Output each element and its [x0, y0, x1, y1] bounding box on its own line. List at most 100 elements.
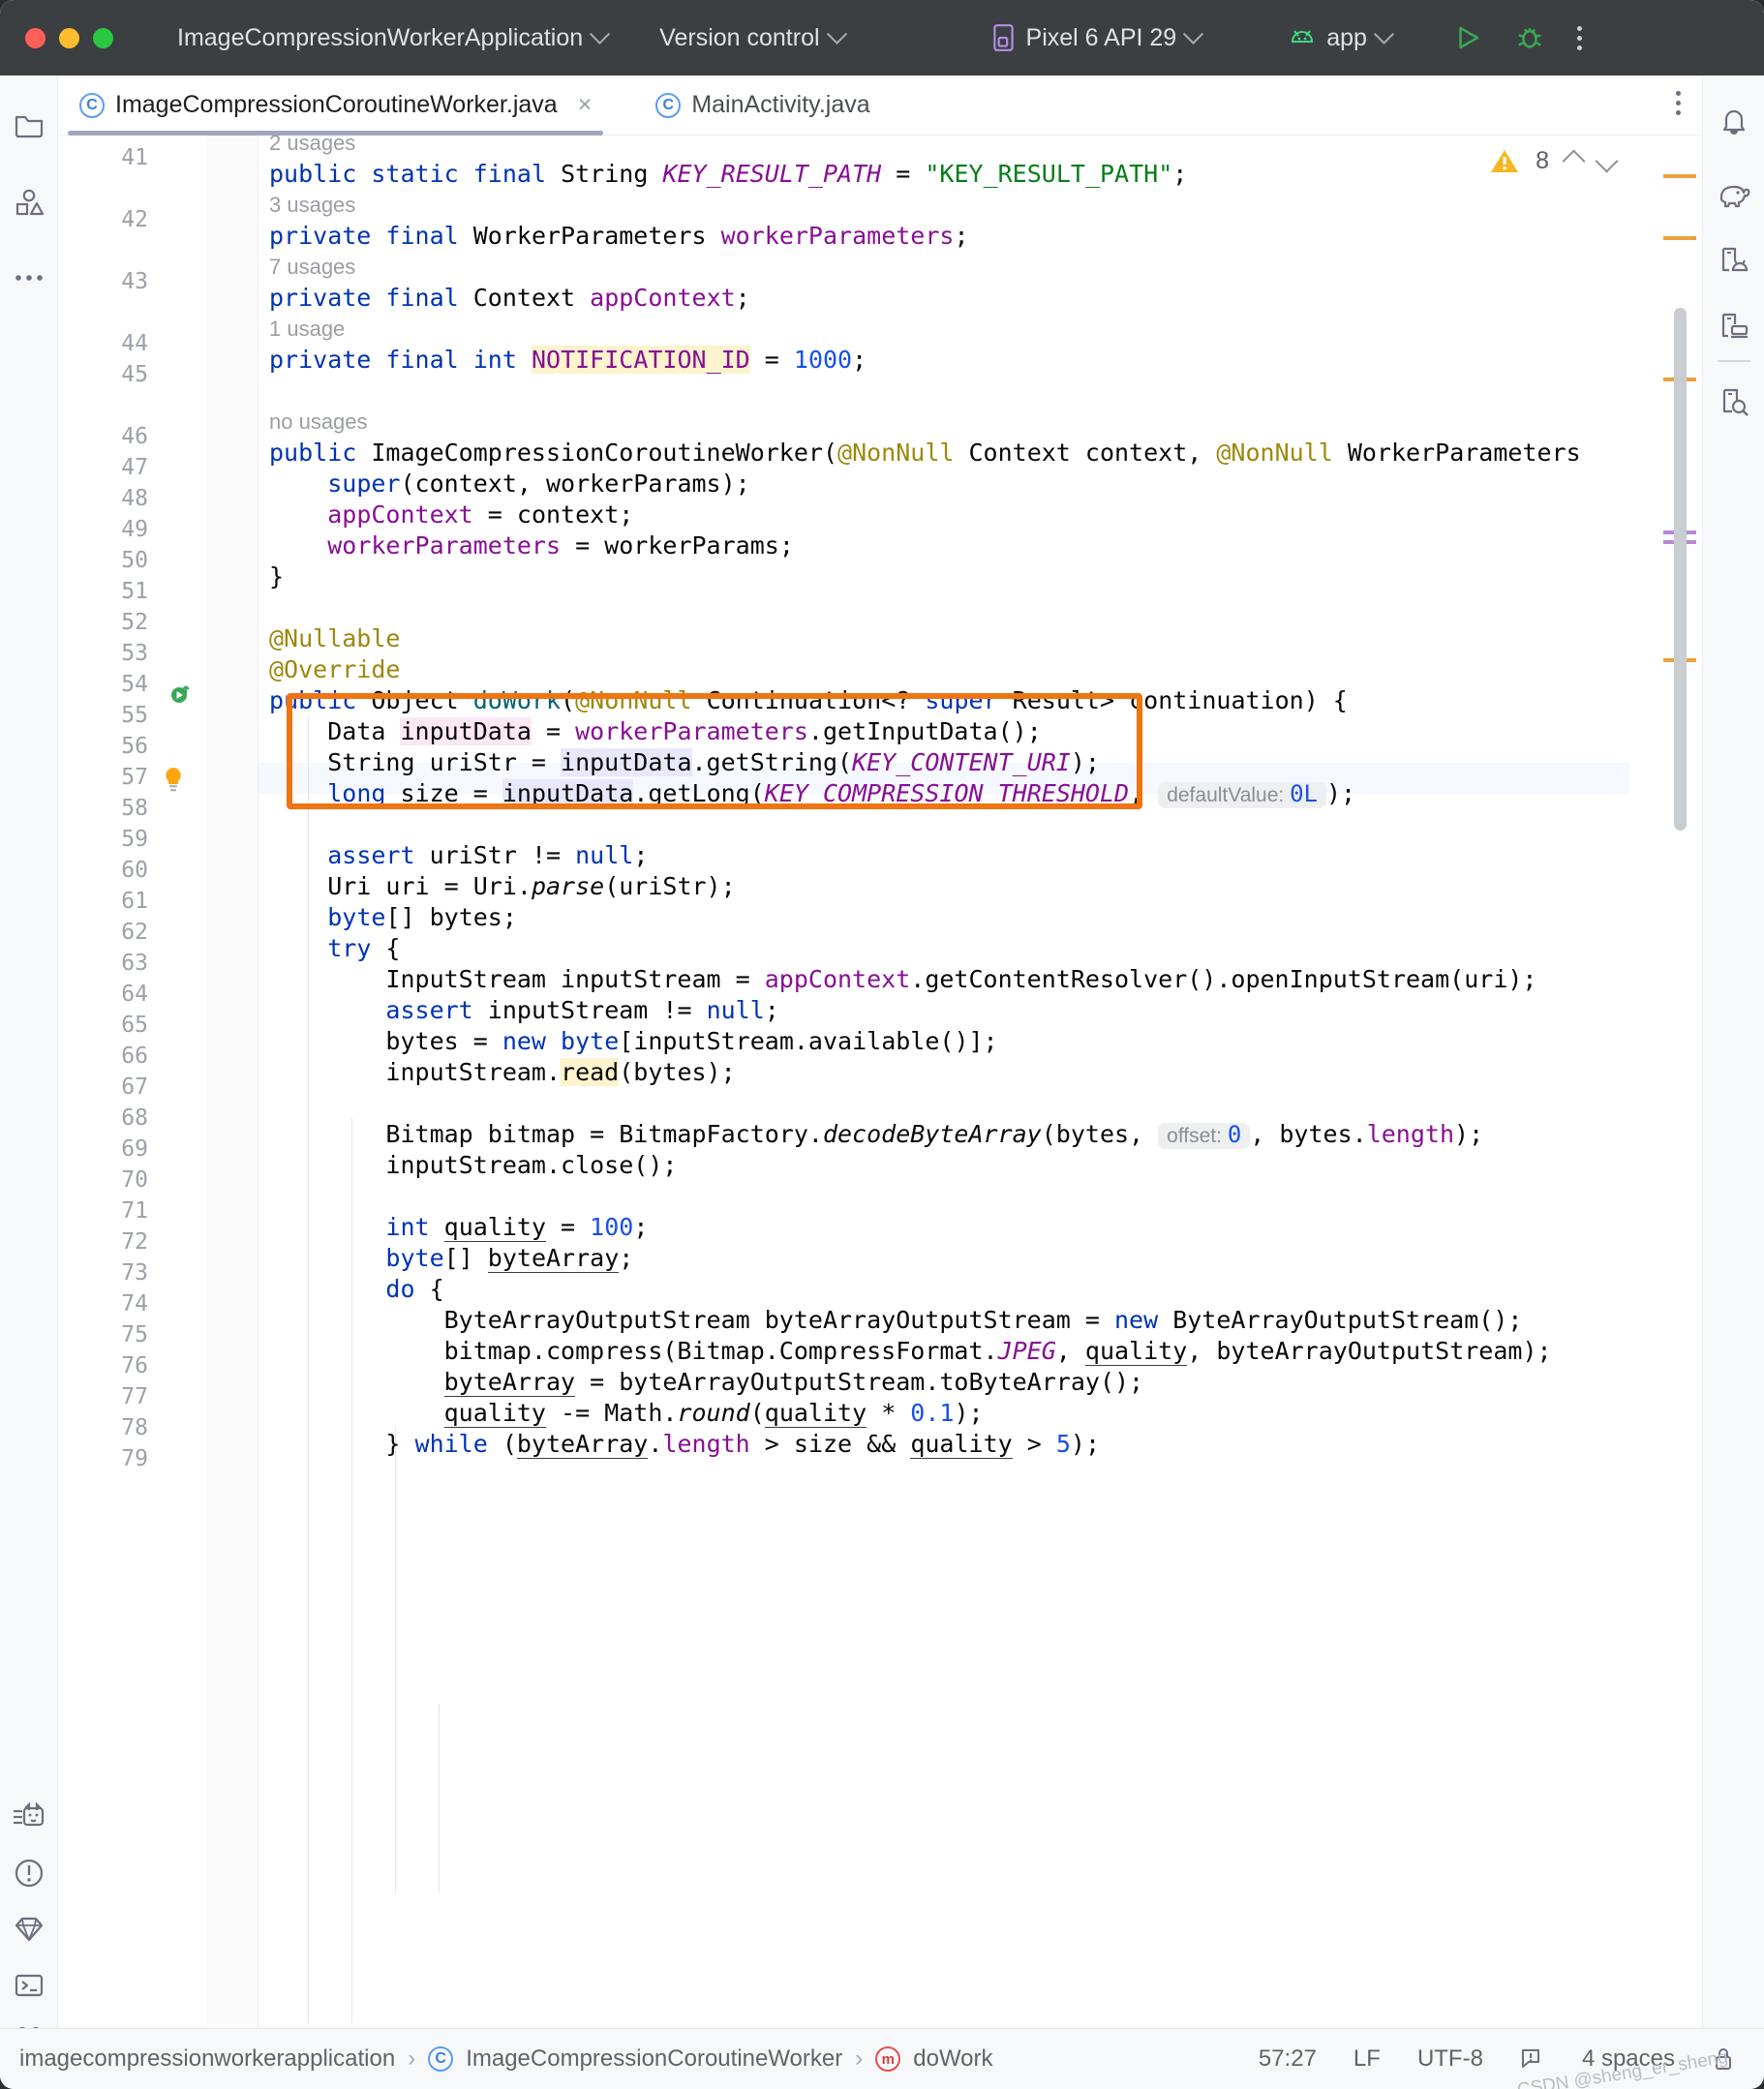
breadcrumb-module[interactable]: imagecompressionworkerapplication [19, 2045, 395, 2073]
device-android-icon [1721, 247, 1748, 272]
sidebar-item-problems[interactable] [1, 1845, 57, 1901]
close-icon[interactable]: × [578, 93, 593, 117]
sidebar-item-notifications[interactable] [1706, 93, 1762, 149]
window-controls[interactable] [25, 27, 113, 48]
inspection-widget[interactable]: 8 [1490, 147, 1619, 175]
sidebar-item-gradle[interactable] [1, 1901, 57, 1957]
line-separator[interactable]: LF [1353, 2045, 1381, 2073]
file-encoding[interactable]: UTF-8 [1417, 2045, 1483, 2073]
line-number: 58 [121, 796, 148, 821]
line-number: 50 [121, 548, 148, 573]
code-line-50: } [269, 562, 285, 590]
line-number: 66 [121, 1044, 148, 1069]
diamond-icon [15, 1917, 43, 1942]
line-number: 60 [121, 858, 148, 883]
run-configuration-name: app [1326, 23, 1367, 51]
sidebar-item-logcat[interactable] [1, 1789, 57, 1845]
usages-hint[interactable]: no usages [269, 407, 368, 438]
code-line-54: public Object doWork(@NonNull Continuati… [269, 686, 1348, 714]
tab-label: ImageCompressionCoroutineWorker.java [115, 91, 558, 118]
caret-position[interactable]: 57:27 [1259, 2045, 1317, 2073]
code-folding-rail[interactable] [206, 136, 259, 2028]
usages-hint[interactable]: 1 usage [269, 314, 345, 345]
line-number: 76 [121, 1353, 148, 1378]
device-selector[interactable]: Pixel 6 API 29 [986, 18, 1207, 57]
cat-icon [13, 1802, 44, 1827]
line-number: 59 [121, 827, 148, 852]
code-line-64: assert inputStream != null; [385, 996, 779, 1024]
sidebar-item-running-devices[interactable] [1706, 232, 1762, 288]
chevron-up-icon[interactable] [1562, 149, 1586, 173]
code-line-49: workerParameters = workerParams; [327, 531, 794, 560]
sidebar-item-device-manager[interactable] [1706, 298, 1762, 354]
stripe-marker[interactable] [1663, 236, 1696, 240]
ellipsis-icon [15, 275, 43, 281]
close-window-button[interactable] [25, 27, 46, 48]
android-head-icon [1292, 30, 1314, 43]
code-line-74: ByteArrayOutputStream byteArrayOutputStr… [269, 1306, 1523, 1334]
sidebar-item-commit[interactable] [1, 174, 57, 230]
sidebar-item-project[interactable] [1, 97, 57, 153]
editor-scrollbar-thumb[interactable] [1674, 308, 1687, 831]
inspection-count: 8 [1536, 147, 1549, 174]
minimize-window-button[interactable] [59, 27, 79, 48]
line-number-gutter[interactable]: 41 42 43 44 45 46 47 48 49 50 51 52 53 5… [58, 136, 206, 2028]
java-class-icon: C [428, 2046, 454, 2072]
run-icon[interactable] [1453, 23, 1482, 52]
usages-hint[interactable]: 3 usages [269, 190, 355, 221]
title-bar: ImageCompressionWorkerApplication Versio… [0, 0, 1764, 76]
tab-image-compression-coroutine-worker[interactable]: C ImageCompressionCoroutineWorker.java × [58, 76, 613, 136]
sidebar-item-more[interactable] [1, 250, 57, 306]
chevron-down-icon [1183, 23, 1204, 45]
line-number: 75 [121, 1322, 148, 1347]
code-line-48: appContext = context; [327, 500, 634, 529]
code-line-71: int quality = 100; [385, 1213, 649, 1242]
breadcrumb-class[interactable]: ImageCompressionCoroutineWorker [466, 2045, 842, 2073]
breadcrumb-method[interactable]: doWork [913, 2045, 992, 2073]
code-line-65: bytes = new byte[inputStream.available()… [269, 1027, 998, 1055]
lock-icon[interactable] [1712, 2045, 1735, 2073]
code-line-46: public ImageCompressionCoroutineWorker(@… [269, 439, 1581, 467]
sidebar-item-terminal[interactable] [1, 1957, 57, 2013]
debug-icon[interactable] [1515, 23, 1544, 52]
tab-main-activity[interactable]: C MainActivity.java [634, 76, 891, 136]
code-line-69: inputStream.close(); [269, 1151, 678, 1179]
code-line-77: quality -= Math.round(quality * 0.1); [443, 1399, 984, 1428]
elephant-icon [1719, 185, 1749, 208]
code-line-76: byteArray = byteArrayOutputStream.toByte… [443, 1368, 1144, 1397]
line-number: 53 [121, 641, 148, 666]
line-number: 63 [121, 951, 148, 976]
line-number: 41 [121, 145, 148, 170]
usages-hint[interactable]: 2 usages [269, 136, 355, 159]
editor-scroll-zone[interactable] [1629, 136, 1702, 2028]
inline-hint-default-value-arg: 0L [1290, 780, 1318, 807]
shapes-icon [15, 189, 44, 216]
writable-icon[interactable] [1520, 2046, 1545, 2072]
line-number: 70 [121, 1167, 148, 1193]
phone-icon [992, 24, 1014, 51]
tab-options-icon[interactable] [1676, 91, 1681, 115]
chevron-down-icon[interactable] [1595, 149, 1619, 173]
code-line-43: private final Context appContext; [269, 284, 750, 312]
run-configuration-selector[interactable]: app [1282, 19, 1397, 57]
version-control-menu[interactable]: Version control [654, 19, 849, 57]
sidebar-item-device-explorer[interactable] [1706, 374, 1762, 430]
more-options-icon[interactable] [1576, 25, 1582, 50]
chevron-down-icon [1373, 23, 1395, 45]
line-number: 61 [121, 889, 148, 914]
code-editor[interactable]: 41 42 43 44 45 46 47 48 49 50 51 52 53 5… [58, 136, 1702, 2028]
run-gutter-icon[interactable] [170, 683, 192, 705]
code-line-73: do { [385, 1275, 444, 1303]
intention-bulb-icon[interactable] [159, 765, 188, 794]
code-line-68: Bitmap bitmap = BitmapFactory.decodeByte… [269, 1120, 1484, 1149]
maximize-window-button[interactable] [93, 27, 113, 48]
code-text[interactable]: 2 usages public static final String KEY_… [259, 136, 1629, 2028]
indent-setting[interactable]: 4 spaces [1582, 2045, 1675, 2073]
code-line-59: assert uriStr != null; [327, 841, 649, 869]
code-line-55: Data inputData = workerParameters.getInp… [269, 717, 1042, 745]
usages-hint[interactable]: 7 usages [269, 252, 355, 283]
project-selector[interactable]: ImageCompressionWorkerApplication [171, 19, 613, 57]
stripe-marker[interactable] [1663, 174, 1696, 178]
sidebar-item-gradle-panel[interactable] [1706, 167, 1762, 223]
breadcrumb[interactable]: imagecompressionworkerapplication › C Im… [19, 2045, 993, 2073]
